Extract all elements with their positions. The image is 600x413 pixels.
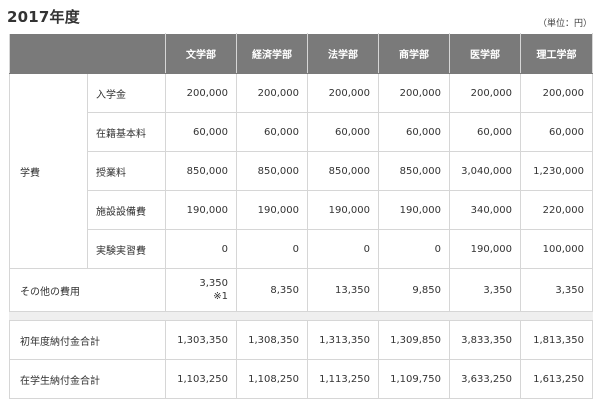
table-cell: 190,000 bbox=[378, 190, 450, 230]
table-row: 授業料 850,000 850,000 850,000 850,000 3,04… bbox=[10, 151, 593, 191]
table-row: 実験実習費 0 0 0 0 190,000 100,000 bbox=[10, 229, 593, 269]
fee-table: 文学部 経済学部 法学部 商学部 医学部 理工学部 学費 入学金 200,000… bbox=[9, 33, 593, 399]
table-cell: 1,303,350 bbox=[165, 320, 237, 360]
table-cell: 200,000 bbox=[520, 73, 593, 113]
table-cell: 220,000 bbox=[520, 190, 593, 230]
table-cell: 850,000 bbox=[236, 151, 308, 191]
table-cell: 1,813,350 bbox=[520, 320, 593, 360]
table-cell: 3,350 ※1 bbox=[165, 268, 237, 312]
header-row: 文学部 経済学部 法学部 商学部 医学部 理工学部 bbox=[9, 33, 593, 74]
column-header: 商学部 bbox=[378, 33, 450, 74]
row-label: 在学生納付金合計 bbox=[9, 359, 166, 399]
table-cell: 200,000 bbox=[307, 73, 379, 113]
table-row: 学費 入学金 200,000 200,000 200,000 200,000 2… bbox=[9, 73, 593, 269]
table-cell: 60,000 bbox=[520, 112, 593, 152]
row-label: 在籍基本料 bbox=[87, 112, 166, 152]
row-label: その他の費用 bbox=[9, 268, 166, 312]
table-cell: 1,113,250 bbox=[307, 359, 379, 399]
table-cell: 60,000 bbox=[378, 112, 450, 152]
column-header: 医学部 bbox=[449, 33, 521, 74]
table-cell: 200,000 bbox=[236, 73, 308, 113]
table-row: 施設設備費 190,000 190,000 190,000 190,000 34… bbox=[10, 190, 593, 230]
table-cell: 1,109,750 bbox=[378, 359, 450, 399]
table-cell: 1,309,850 bbox=[378, 320, 450, 360]
table-cell: 3,350 bbox=[520, 268, 593, 312]
row-label: 実験実習費 bbox=[87, 229, 166, 269]
row-label: 施設設備費 bbox=[87, 190, 166, 230]
table-cell: 3,633,250 bbox=[449, 359, 521, 399]
table-cell: 0 bbox=[307, 229, 379, 269]
table-cell: 13,350 bbox=[307, 268, 379, 312]
table-cell: 60,000 bbox=[449, 112, 521, 152]
table-cell: 8,350 bbox=[236, 268, 308, 312]
table-cell: 1,230,000 bbox=[520, 151, 593, 191]
table-cell: 1,108,250 bbox=[236, 359, 308, 399]
table-cell: 0 bbox=[236, 229, 308, 269]
table-cell: 3,350 bbox=[449, 268, 521, 312]
table-cell: 190,000 bbox=[449, 229, 521, 269]
row-group-label: 学費 bbox=[9, 73, 88, 269]
table-cell: 60,000 bbox=[236, 112, 308, 152]
page-title: 2017年度 bbox=[7, 8, 80, 26]
table-cell: 3,040,000 bbox=[449, 151, 521, 191]
column-header: 経済学部 bbox=[236, 33, 308, 74]
row-label: 入学金 bbox=[87, 73, 166, 113]
table-cell: 190,000 bbox=[165, 190, 237, 230]
table-cell: 850,000 bbox=[165, 151, 237, 191]
table-cell: 190,000 bbox=[236, 190, 308, 230]
table-cell: 3,833,350 bbox=[449, 320, 521, 360]
table-row: 在籍基本料 60,000 60,000 60,000 60,000 60,000… bbox=[10, 112, 593, 152]
table-cell: 200,000 bbox=[449, 73, 521, 113]
table-cell: 60,000 bbox=[307, 112, 379, 152]
header-corner bbox=[9, 33, 166, 74]
table-cell: 200,000 bbox=[165, 73, 237, 113]
separator bbox=[9, 311, 593, 321]
table-cell: 100,000 bbox=[520, 229, 593, 269]
row-label: 初年度納付金合計 bbox=[9, 320, 166, 360]
column-header: 理工学部 bbox=[520, 33, 593, 74]
table-cell: 850,000 bbox=[378, 151, 450, 191]
table-cell: 1,313,350 bbox=[307, 320, 379, 360]
column-header: 文学部 bbox=[165, 33, 237, 74]
total-row: 在学生納付金合計 1,103,250 1,108,250 1,113,250 1… bbox=[9, 359, 593, 399]
total-row: 初年度納付金合計 1,303,350 1,308,350 1,313,350 1… bbox=[9, 320, 593, 360]
table-cell: 0 bbox=[165, 229, 237, 269]
cell-value: 3,350 bbox=[199, 278, 228, 289]
table-cell: 1,613,250 bbox=[520, 359, 593, 399]
table-cell: 340,000 bbox=[449, 190, 521, 230]
table-cell: 1,103,250 bbox=[165, 359, 237, 399]
table-row: その他の費用 3,350 ※1 8,350 13,350 9,850 3,350… bbox=[9, 268, 593, 312]
table-cell: 9,850 bbox=[378, 268, 450, 312]
footnote-mark: ※1 bbox=[213, 291, 228, 302]
table-cell: 60,000 bbox=[165, 112, 237, 152]
row-label: 授業料 bbox=[87, 151, 166, 191]
table-cell: 200,000 bbox=[378, 73, 450, 113]
unit-label: （単位：円） bbox=[537, 19, 592, 29]
table-cell: 190,000 bbox=[307, 190, 379, 230]
separator-row bbox=[9, 311, 593, 321]
table-cell: 850,000 bbox=[307, 151, 379, 191]
column-header: 法学部 bbox=[307, 33, 379, 74]
table-cell: 0 bbox=[378, 229, 450, 269]
table-cell: 1,308,350 bbox=[236, 320, 308, 360]
